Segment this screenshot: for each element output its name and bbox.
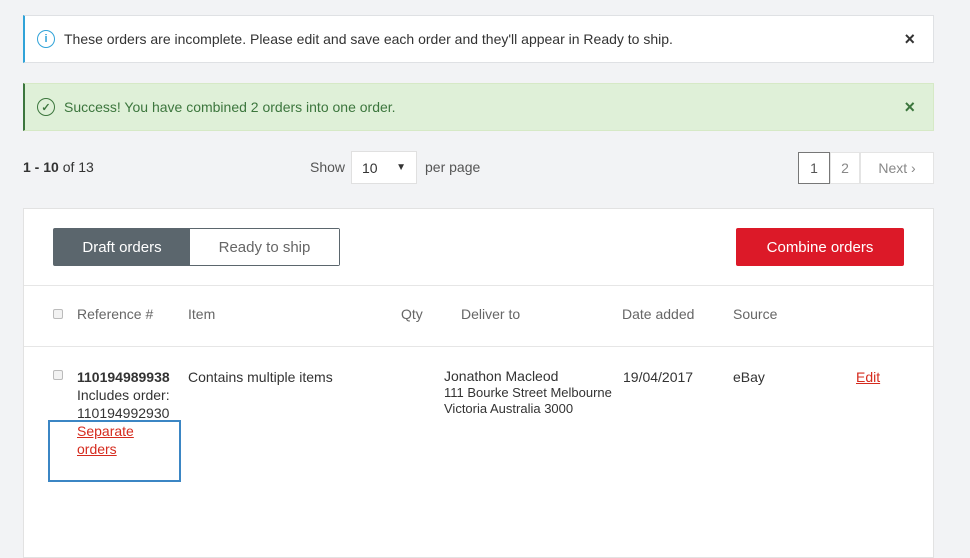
deliver-to-cell: Jonathon Macleod 111 Bourke Street Melbo… (444, 368, 612, 417)
order-reference: 110194989938 (77, 369, 170, 385)
info-icon: i (37, 30, 55, 48)
tab-draft-orders[interactable]: Draft orders (54, 229, 190, 265)
recipient-name: Jonathon Macleod (444, 368, 559, 384)
next-button[interactable]: Next › (860, 152, 934, 184)
header-qty: Qty (401, 306, 423, 322)
tab-ready-to-ship[interactable]: Ready to ship (190, 229, 339, 265)
header-deliver-to: Deliver to (461, 306, 521, 322)
select-all-checkbox[interactable] (53, 309, 63, 319)
address-line-1: 111 Bourke Street Melbourne (444, 385, 612, 400)
includes-label: Includes order: (77, 387, 170, 403)
source: eBay (733, 369, 765, 385)
check-circle-icon: ✓ (37, 98, 55, 116)
show-label: Show (310, 159, 346, 175)
results-total: of 13 (62, 159, 94, 175)
success-message: Success! You have combined 2 orders into… (64, 99, 396, 115)
header-date-added: Date added (622, 306, 695, 322)
order-tabs: Draft orders Ready to ship (53, 228, 340, 266)
item-cell: Contains multiple items (188, 369, 333, 385)
address-line-2: Victoria Australia 3000 (444, 401, 574, 416)
per-page-select[interactable]: 10 ▼ (351, 151, 417, 184)
edit-link[interactable]: Edit (856, 368, 880, 386)
focus-highlight (48, 420, 181, 482)
pagination: 1 2 Next › (798, 152, 934, 184)
page-2[interactable]: 2 (830, 152, 860, 184)
results-range: 1 - 10 (23, 159, 59, 175)
header-source: Source (733, 306, 778, 322)
results-count: 1 - 10 of 13 (23, 159, 94, 175)
close-icon[interactable]: × (904, 97, 915, 118)
chevron-down-icon: ▼ (396, 162, 406, 173)
info-message: These orders are incomplete. Please edit… (64, 31, 673, 47)
header-item: Item (188, 306, 216, 322)
row-checkbox[interactable] (53, 370, 63, 380)
info-alert: i These orders are incomplete. Please ed… (23, 15, 934, 63)
header-reference: Reference # (77, 306, 154, 322)
per-page-label: per page (425, 159, 481, 175)
divider (24, 346, 933, 347)
divider (24, 285, 933, 286)
combine-orders-button[interactable]: Combine orders (736, 228, 904, 266)
per-page-value: 10 (362, 159, 378, 176)
success-alert: ✓ Success! You have combined 2 orders in… (23, 83, 934, 131)
date-added: 19/04/2017 (623, 369, 694, 385)
close-icon[interactable]: × (904, 29, 915, 50)
page-1[interactable]: 1 (798, 152, 830, 184)
